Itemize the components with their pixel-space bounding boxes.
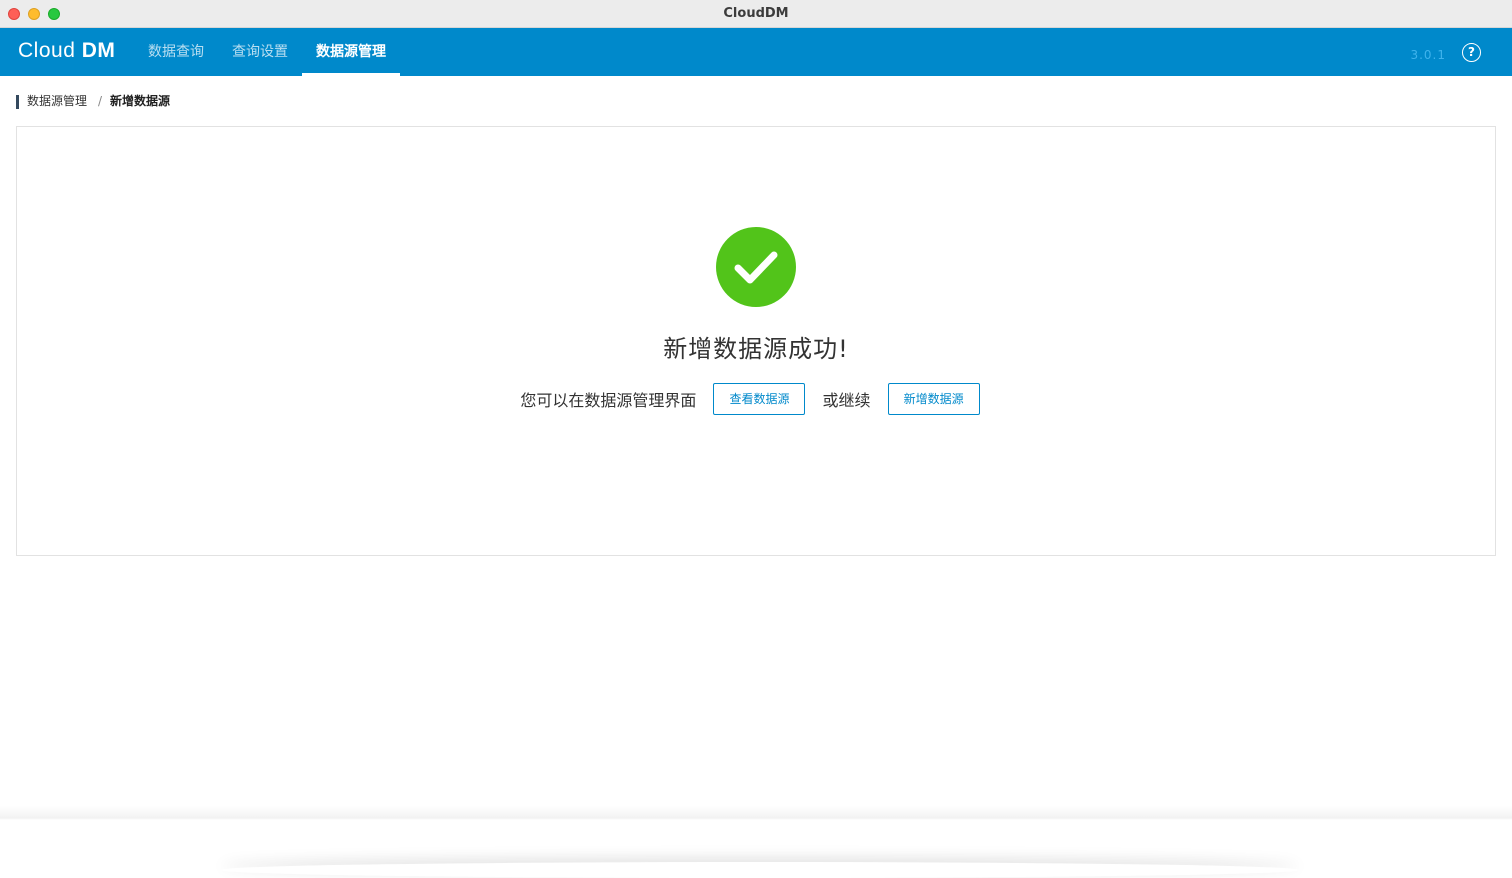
bottom-shadow — [220, 862, 1300, 878]
breadcrumb-accent-bar — [16, 95, 19, 109]
top-navbar: Cloud DM 数据查询 查询设置 数据源管理 3.0.1 ? — [0, 28, 1512, 76]
logo-dm-text: DM — [81, 39, 116, 62]
help-icon[interactable]: ? — [1462, 43, 1481, 62]
breadcrumb-parent-link[interactable]: 数据源管理 — [27, 94, 87, 109]
result-message-row: 您可以在数据源管理界面 查看数据源 或继续 新增数据源 — [17, 383, 1495, 415]
add-datasource-button[interactable]: 新增数据源 — [887, 383, 980, 415]
message-middle: 或继续 — [822, 391, 871, 410]
breadcrumb-current: 新增数据源 — [110, 94, 171, 108]
result-card: 新增数据源成功! 您可以在数据源管理界面 查看数据源 或继续 新增数据源 — [16, 126, 1496, 556]
logo-cloud-text: Cloud — [18, 39, 76, 62]
app-logo: Cloud DM — [18, 39, 115, 63]
nav-tab-data-query[interactable]: 数据查询 — [148, 28, 204, 76]
window-titlebar: CloudDM — [0, 0, 1512, 28]
view-datasource-button[interactable]: 查看数据源 — [713, 383, 806, 415]
version-label: 3.0.1 — [1410, 48, 1446, 62]
window-title: CloudDM — [723, 6, 789, 21]
check-circle-icon — [716, 227, 796, 307]
nav-tab-query-settings[interactable]: 查询设置 — [232, 28, 288, 76]
result-title: 新增数据源成功! — [663, 335, 849, 363]
message-prefix: 您可以在数据源管理界面 — [520, 391, 697, 410]
nav-tab-datasource-management[interactable]: 数据源管理 — [302, 28, 400, 76]
breadcrumb-separator: / — [98, 94, 103, 108]
